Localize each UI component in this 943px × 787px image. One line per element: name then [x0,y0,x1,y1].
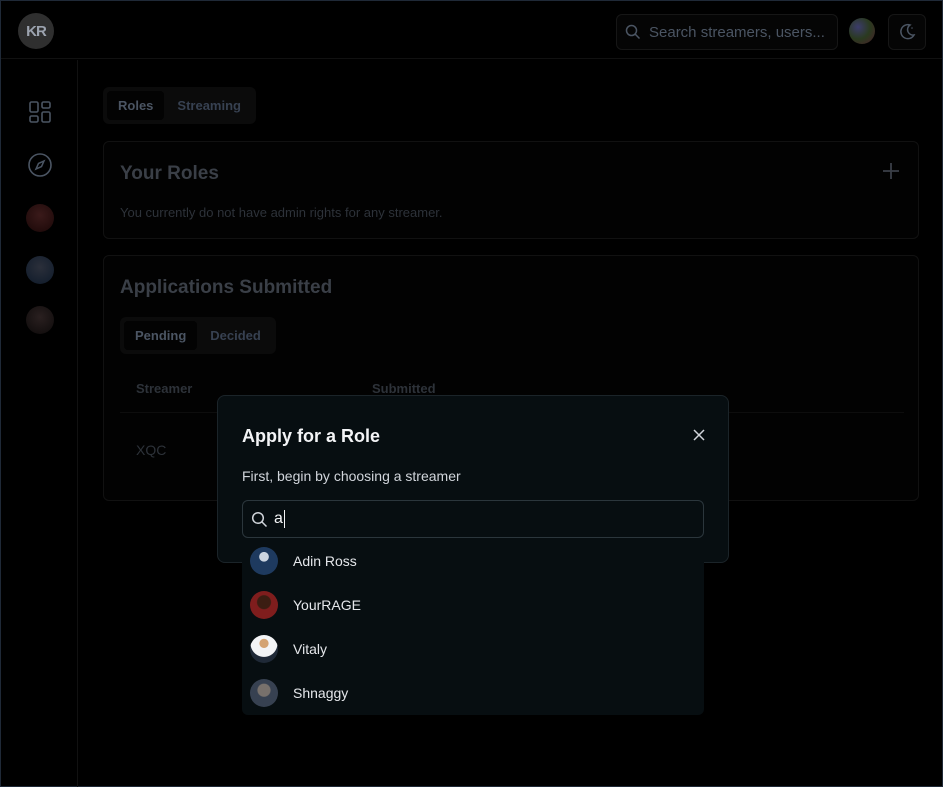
avatar [250,635,278,663]
dialog-description: First, begin by choosing a streamer [242,468,461,484]
option-label: Vitaly [293,641,327,657]
list-item-shnaggy[interactable]: Shnaggy [242,671,704,715]
close-icon[interactable] [692,428,706,442]
streamer-search-input[interactable]: a [242,500,704,538]
search-input-value: a [274,510,285,528]
apply-role-dialog: Apply for a Role First, begin by choosin… [217,395,729,563]
option-label: Adin Ross [293,553,357,569]
avatar [250,679,278,707]
search-icon [251,511,268,527]
avatar [250,547,278,575]
option-label: Shnaggy [293,685,349,701]
streamer-results-list: Adin Ross YourRAGE Vitaly Shnaggy [242,539,704,715]
list-item-adin-ross[interactable]: Adin Ross [242,539,704,583]
avatar [250,591,278,619]
dialog-title: Apply for a Role [242,426,381,446]
option-label: YourRAGE [293,597,361,613]
list-item-yourrage[interactable]: YourRAGE [242,583,704,627]
list-item-vitaly[interactable]: Vitaly [242,627,704,671]
